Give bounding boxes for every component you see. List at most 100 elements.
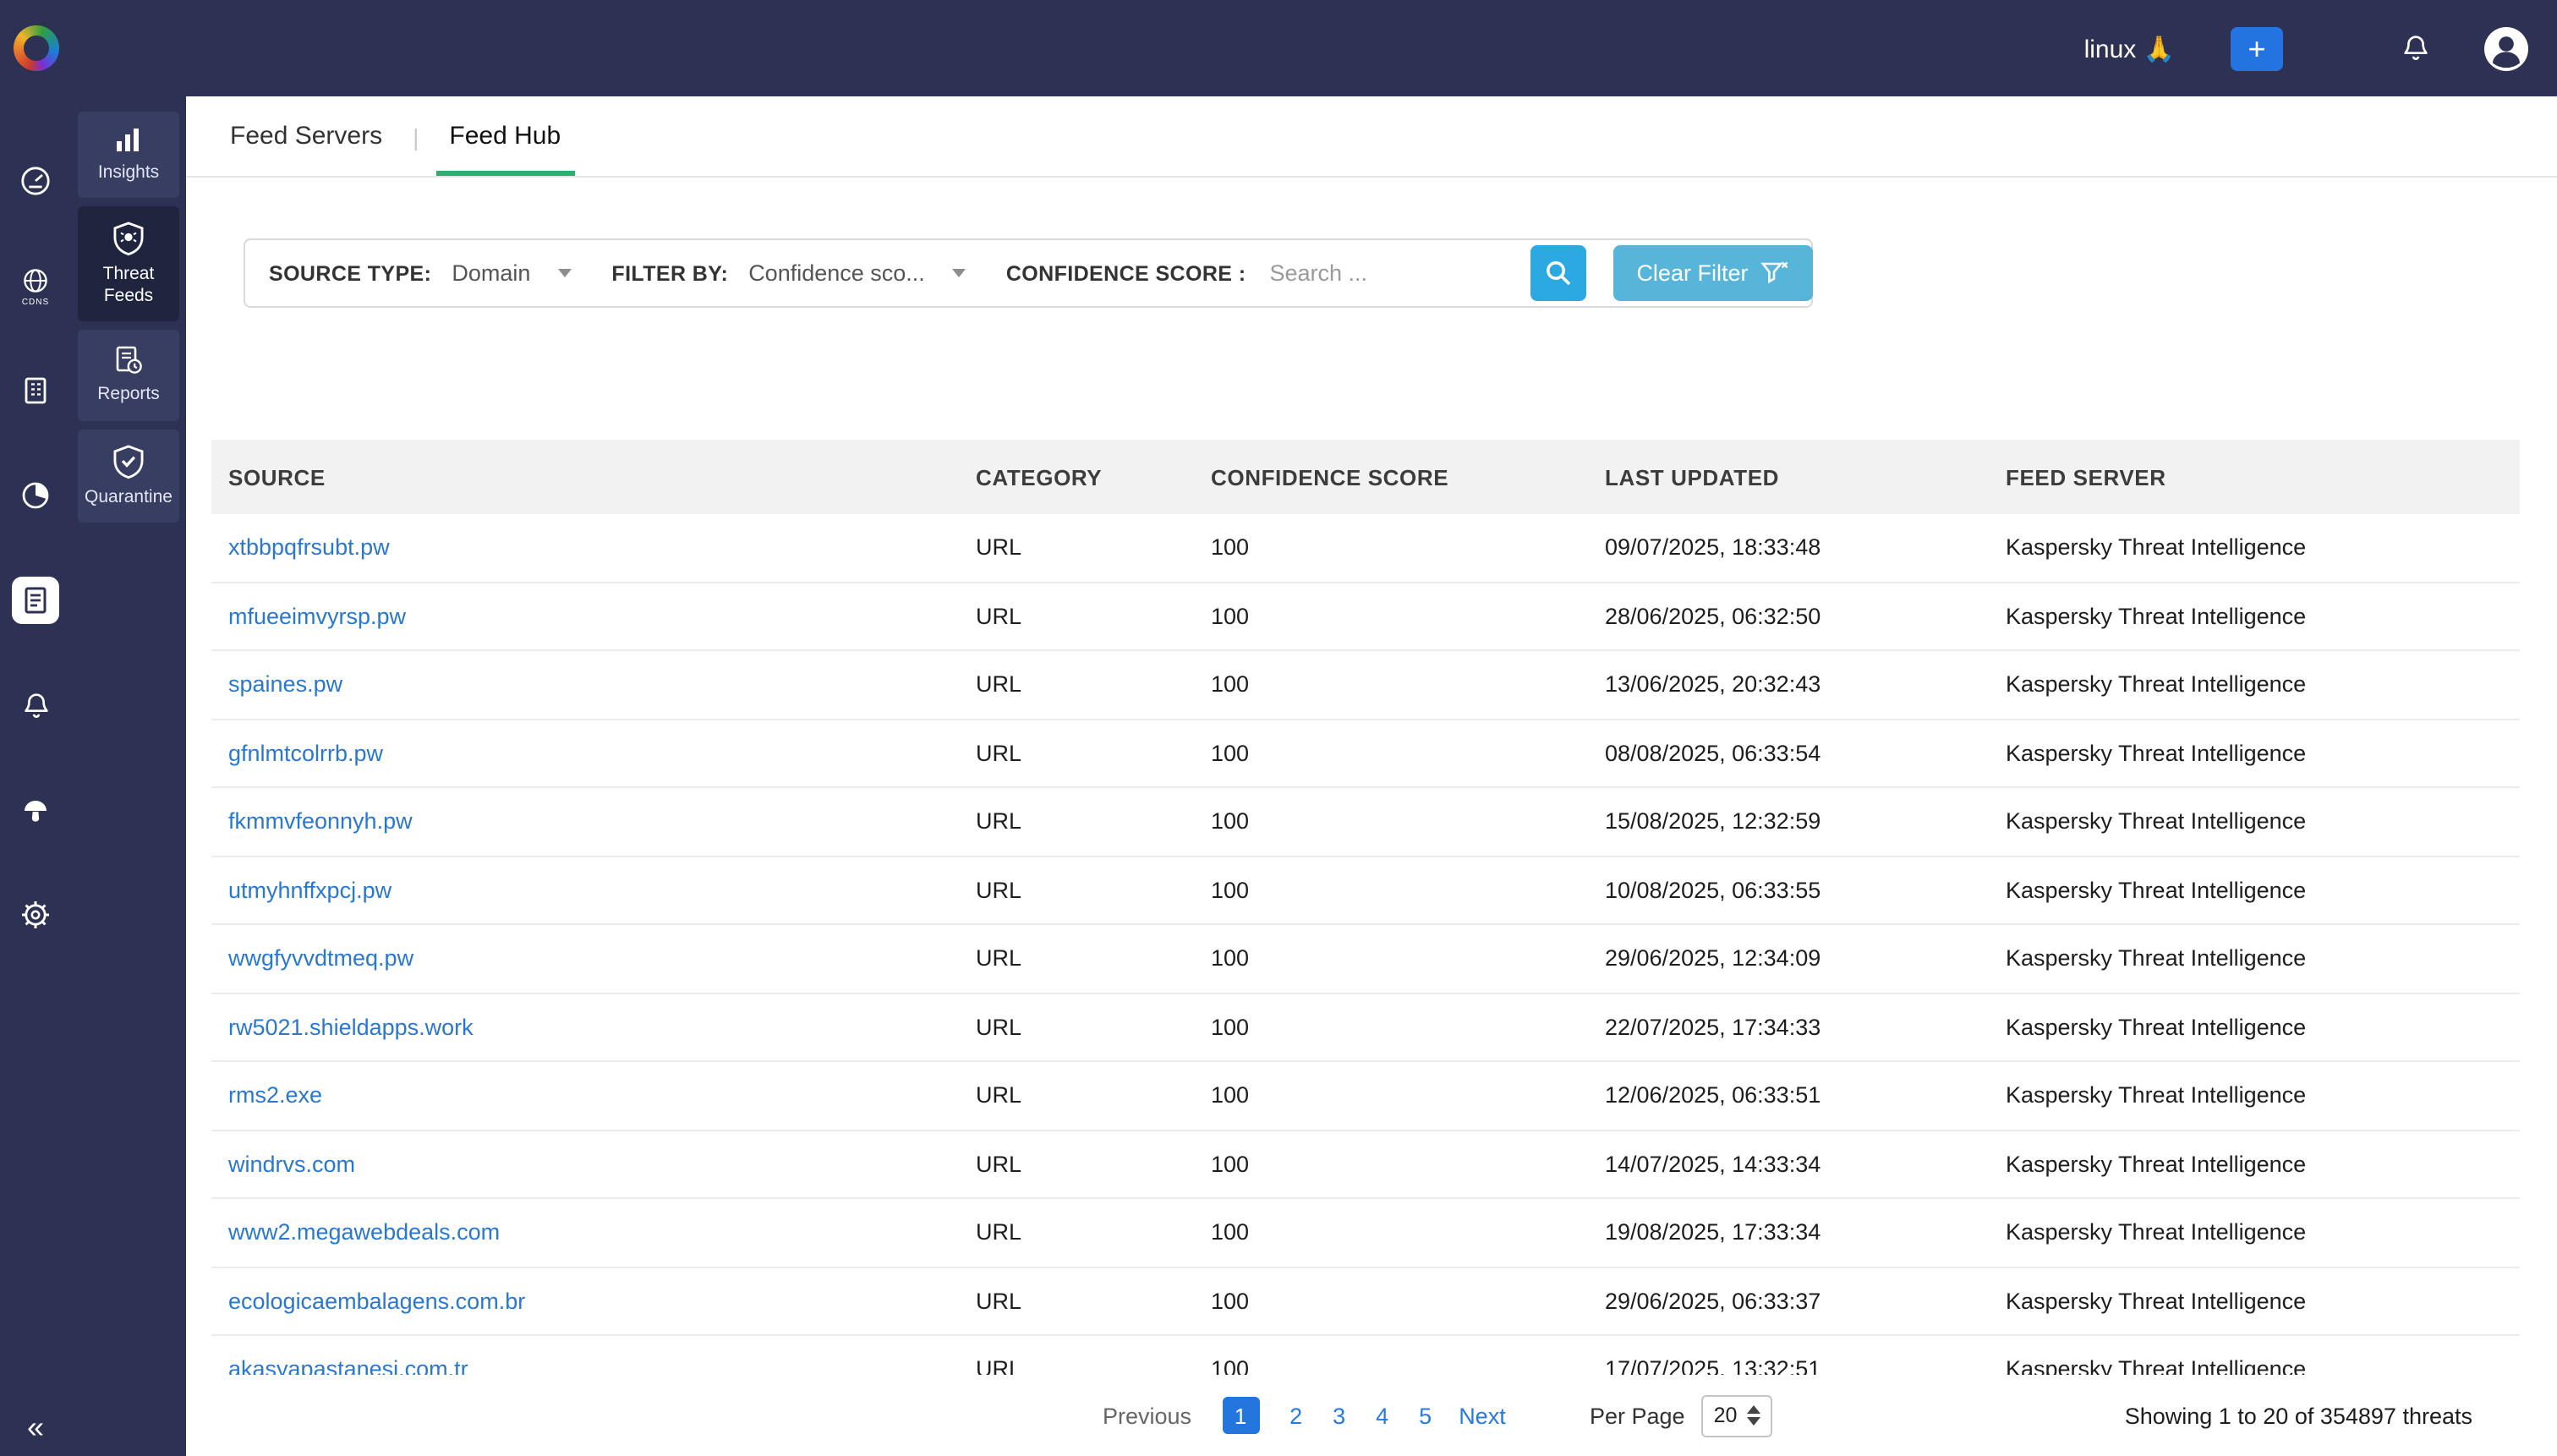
category-cell: URL xyxy=(959,1220,1194,1245)
table-row: mfueeimvyrsp.pw URL 100 28/06/2025, 06:3… xyxy=(211,583,2520,651)
notifications-button[interactable] xyxy=(2400,32,2432,64)
per-page-group: Per Page 20 xyxy=(1590,1375,1773,1456)
last-updated-cell: 19/08/2025, 17:33:34 xyxy=(1588,1220,1989,1245)
building-icon[interactable] xyxy=(0,338,71,443)
confidence-score-cell: 100 xyxy=(1194,1220,1588,1245)
confidence-score-cell: 100 xyxy=(1194,604,1588,629)
sidebar-item-reports[interactable]: Reports xyxy=(78,331,179,420)
confidence-search-input[interactable] xyxy=(1269,260,1523,286)
source-cell: spaines.pw xyxy=(211,672,959,698)
search-icon xyxy=(1543,259,1572,287)
rail-icon-list: CDNS xyxy=(0,129,71,967)
topbar-right-group: linux 🙏 + xyxy=(2084,25,2557,72)
icon-rail: CDNS xyxy=(0,0,71,1456)
confidence-score-label: CONFIDENCE SCORE : xyxy=(1006,261,1246,285)
pager: Previous 1 2 3 4 5 Next xyxy=(1103,1375,1506,1456)
table-body: xtbbpqfrsubt.pw URL 100 09/07/2025, 18:3… xyxy=(211,514,2520,1404)
source-cell: utmyhnffxpcj.pw xyxy=(211,878,959,903)
source-link[interactable]: utmyhnffxpcj.pw xyxy=(228,878,391,903)
source-link[interactable]: gfnlmtcolrrb.pw xyxy=(228,741,383,766)
tab-feed-servers[interactable]: Feed Servers xyxy=(213,96,399,176)
sidebar-item-label: Insights xyxy=(85,162,172,184)
tab-feed-hub[interactable]: Feed Hub xyxy=(432,96,578,176)
category-cell: URL xyxy=(959,1015,1194,1040)
source-cell: windrvs.com xyxy=(211,1152,959,1177)
source-link[interactable]: mfueeimvyrsp.pw xyxy=(228,604,406,629)
search-button[interactable] xyxy=(1530,245,1585,301)
sidebar-item-threat-feeds[interactable]: Threat Feeds xyxy=(78,206,179,322)
page-button-1[interactable]: 1 xyxy=(1222,1397,1259,1434)
source-link[interactable]: rw5021.shieldapps.work xyxy=(228,1015,474,1040)
filter-bar: SOURCE TYPE: Domain FILTER BY: Confidenc… xyxy=(244,238,1813,308)
confidence-score-cell: 100 xyxy=(1194,672,1588,698)
dashboard-icon[interactable] xyxy=(0,129,71,233)
source-link[interactable]: wwgfyvvdtmeq.pw xyxy=(228,946,413,972)
source-type-value: Domain xyxy=(452,260,530,286)
filter-by-dropdown[interactable]: Confidence sco... xyxy=(748,260,966,286)
source-link[interactable]: www2.megawebdeals.com xyxy=(228,1220,500,1245)
last-updated-cell: 28/06/2025, 06:32:50 xyxy=(1588,604,1989,629)
page-button-3[interactable]: 3 xyxy=(1333,1403,1345,1428)
globe-icon xyxy=(20,265,51,295)
source-type-label: SOURCE TYPE: xyxy=(269,261,431,285)
quarantine-shield-check-icon xyxy=(110,442,147,479)
sidebar-item-insights[interactable]: Insights xyxy=(78,112,179,198)
alerts-bell-rail-item[interactable] xyxy=(0,653,71,758)
user-avatar[interactable] xyxy=(2483,25,2530,72)
confidence-score-cell: 100 xyxy=(1194,1083,1588,1108)
settings-gear-icon[interactable] xyxy=(0,862,71,967)
avatar-icon xyxy=(2483,25,2530,72)
category-cell: URL xyxy=(959,809,1194,835)
source-link[interactable]: fkmmvfeonnyh.pw xyxy=(228,809,413,835)
mushroom-icon[interactable] xyxy=(0,758,71,862)
previous-page-button[interactable]: Previous xyxy=(1103,1403,1191,1428)
gauge-icon xyxy=(19,164,52,198)
feed-server-cell: Kaspersky Threat Intelligence xyxy=(1989,604,2520,629)
column-header-category: CATEGORY xyxy=(959,464,1194,490)
page-button-5[interactable]: 5 xyxy=(1419,1403,1432,1428)
sidebar-collapse-button[interactable]: « xyxy=(0,1410,71,1446)
column-header-confidence-score: CONFIDENCE SCORE xyxy=(1194,464,1588,490)
add-button[interactable]: + xyxy=(2231,26,2283,70)
insights-bars-icon xyxy=(112,125,145,156)
cdns-globe-icon[interactable]: CDNS xyxy=(0,233,71,338)
reports-doc-icon xyxy=(112,344,145,378)
sidebar-item-quarantine[interactable]: Quarantine xyxy=(78,429,179,522)
column-header-last-updated: LAST UPDATED xyxy=(1588,464,1989,490)
page-button-4[interactable]: 4 xyxy=(1376,1403,1388,1428)
pagination-footer: Previous 12345 Next Per Page 20 Showing … xyxy=(186,1375,2557,1456)
pie-chart-icon[interactable] xyxy=(0,443,71,548)
table-row: rms2.exe URL 100 12/06/2025, 06:33:51 Ka… xyxy=(211,1062,2520,1130)
chevron-down-icon xyxy=(557,269,571,277)
table-row: ecologicaembalagens.com.br URL 100 29/06… xyxy=(211,1267,2520,1336)
confidence-score-cell: 100 xyxy=(1194,1289,1588,1314)
category-cell: URL xyxy=(959,878,1194,903)
category-cell: URL xyxy=(959,1083,1194,1108)
source-link[interactable]: xtbbpqfrsubt.pw xyxy=(228,535,390,561)
source-link[interactable]: ecologicaembalagens.com.br xyxy=(228,1289,525,1314)
last-updated-cell: 22/07/2025, 17:34:33 xyxy=(1588,1015,1989,1040)
bell-icon xyxy=(19,689,52,721)
source-link[interactable]: spaines.pw xyxy=(228,672,342,698)
last-updated-cell: 09/07/2025, 18:33:48 xyxy=(1588,535,1989,561)
module-sidebar: Insights Threat Feeds Reports xyxy=(71,96,186,1456)
confidence-score-cell: 100 xyxy=(1194,946,1588,972)
threat-shield-icon xyxy=(110,220,147,257)
next-page-button[interactable]: Next xyxy=(1459,1403,1506,1428)
last-updated-cell: 08/08/2025, 06:33:54 xyxy=(1588,741,1989,766)
per-page-select[interactable]: 20 xyxy=(1702,1394,1773,1437)
source-link[interactable]: windrvs.com xyxy=(228,1152,355,1177)
page-numbers: 1 2 3 4 5 xyxy=(1222,1397,1432,1434)
cdns-label: CDNS xyxy=(22,297,49,307)
filter-by-label: FILTER BY: xyxy=(611,261,728,285)
feed-server-cell: Kaspersky Threat Intelligence xyxy=(1989,741,2520,766)
app-logo-icon xyxy=(14,25,59,71)
threat-feeds-rail-item[interactable] xyxy=(0,548,71,653)
source-link[interactable]: rms2.exe xyxy=(228,1083,322,1108)
feed-server-cell: Kaspersky Threat Intelligence xyxy=(1989,672,2520,698)
source-cell: wwgfyvvdtmeq.pw xyxy=(211,946,959,972)
feed-server-cell: Kaspersky Threat Intelligence xyxy=(1989,946,2520,972)
page-button-2[interactable]: 2 xyxy=(1289,1403,1302,1428)
clear-filter-button[interactable]: Clear Filter xyxy=(1612,245,1812,301)
source-type-dropdown[interactable]: Domain xyxy=(452,260,571,286)
